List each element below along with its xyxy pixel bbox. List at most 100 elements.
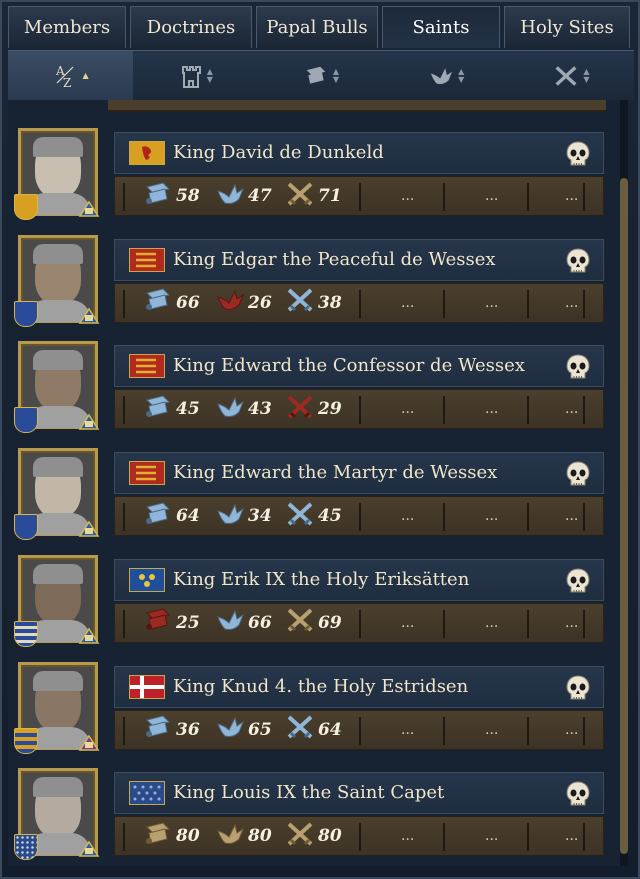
realm-flag-icon[interactable] [129,674,165,699]
saint-row[interactable]: King Edward the Martyr de Wessex 64 34 45..… [8,448,614,542]
tab-bar: Members Doctrines Papal Bulls Saints Holy Si… [8,6,634,50]
realm-flag-icon[interactable] [129,567,165,592]
saint-row[interactable]: King Edward the Confessor de Wessex 45 43 2… [8,341,614,435]
realm-flag-icon[interactable] [129,781,165,806]
deceased-skull-icon [565,781,591,809]
stat-value: 66 [176,292,200,313]
scroll-icon [143,501,173,532]
deceased-skull-icon [565,141,591,169]
saint-name-bar: King Knud 4. the Holy Estridsen [114,665,604,708]
stat-dove[interactable]: 47 [215,177,272,215]
tab-holy-sites[interactable]: Holy Sites [504,6,630,48]
saint-name[interactable]: King Erik IX the Holy Eriksätten [173,569,469,590]
saint-row[interactable]: King David de Dunkeld 58 47 71......... [8,128,614,222]
stats-divider [583,823,585,852]
realm-flag-icon[interactable] [129,141,165,165]
empty-slot: ... [485,828,499,845]
empty-slot: ... [565,721,579,738]
stat-dove[interactable]: 65 [215,711,272,749]
stat-dove[interactable]: 66 [215,604,272,642]
scroll-icon [143,181,173,212]
stat-dove[interactable]: 80 [215,817,272,855]
saints-list[interactable]: King David de Dunkeld 58 47 71......... King… [8,100,620,866]
tab-doctrines[interactable]: Doctrines [130,6,252,48]
stat-crossed-swords[interactable]: 29 [285,390,342,428]
partial-row-bar [108,100,606,112]
portrait-crown [33,777,83,798]
stat-crossed-swords[interactable]: 45 [285,497,342,535]
stats-divider [527,716,529,745]
scroll-icon [143,714,173,745]
saint-name[interactable]: King Edgar the Peaceful de Wessex [173,249,496,270]
stat-crossed-swords[interactable]: 38 [285,284,342,322]
stats-divider [443,609,445,638]
empty-slot: ... [485,294,499,311]
tab-saints[interactable]: Saints [382,6,500,48]
saint-row[interactable]: King Knud 4. the Holy Estridsen 36 65 64...… [8,661,614,756]
portrait-crown [33,563,83,584]
empty-slot: ... [401,294,415,311]
stats-divider [443,289,445,318]
tab-members[interactable]: Members [8,6,126,48]
rank-icon [78,520,100,538]
stat-scroll[interactable]: 58 [143,177,200,215]
deceased-skull-icon [565,354,591,382]
saint-name[interactable]: King Knud 4. the Holy Estridsen [173,676,468,697]
saint-name[interactable]: King Edward the Confessor de Wessex [173,355,525,376]
coat-of-arms-icon[interactable] [14,194,38,220]
deceased-skull-icon [565,674,591,703]
stat-scroll[interactable]: 25 [143,604,200,642]
stats-divider [123,609,125,638]
empty-slot: ... [565,188,579,204]
rank-icon [78,200,100,218]
saint-name[interactable]: King Edward the Martyr de Wessex [173,462,497,483]
stats-divider [527,289,529,318]
coat-of-arms-icon[interactable] [14,514,38,541]
stat-value: 64 [176,506,200,527]
portrait-crown [33,137,83,157]
sort-button-tower[interactable]: ▲ ▼ [133,51,258,101]
stat-scroll[interactable]: 64 [143,497,200,535]
saint-name[interactable]: King Louis IX the Saint Capet [173,782,444,803]
sort-button-dove[interactable]: ▲ ▼ [384,51,509,101]
stat-crossed-swords[interactable]: 64 [285,711,342,749]
stat-scroll[interactable]: 36 [143,711,200,749]
saint-stats-bar: 80 80 80......... [114,816,604,857]
empty-slot: ... [565,828,579,845]
sort-button-crossed-swords[interactable]: ▲ ▼ [509,51,634,101]
portrait-crown [33,457,83,478]
stat-crossed-swords[interactable]: 71 [285,177,342,215]
saint-row[interactable]: King Edgar the Peaceful de Wessex 66 26 38.… [8,234,614,329]
empty-slot: ... [485,721,499,738]
saint-row[interactable]: King Erik IX the Holy Eriksätten 25 66 69..… [8,554,614,649]
stat-value: 64 [318,719,342,740]
tab-papal-bulls[interactable]: Papal Bulls [256,6,378,48]
portrait-crown [33,350,83,371]
sort-button-scroll[interactable]: ▲ ▼ [258,51,383,101]
realm-flag-icon[interactable] [129,247,165,272]
coat-of-arms-icon[interactable] [14,407,38,434]
sort-button-alphabetical-sort[interactable]: A Z ▲ [8,51,134,101]
stat-dove[interactable]: 43 [215,390,272,428]
coat-of-arms-icon[interactable] [14,727,38,754]
stat-scroll[interactable]: 45 [143,390,200,428]
coat-of-arms-icon[interactable] [14,620,38,647]
coat-of-arms-icon[interactable] [14,300,38,327]
realm-flag-icon[interactable] [129,461,165,486]
stat-value: 34 [248,506,272,527]
coat-of-arms-icon[interactable] [14,834,38,861]
stats-divider [527,823,529,852]
saint-row[interactable]: King Louis IX the Saint Capet 80 80 80.....… [8,768,614,862]
scrollbar-thumb[interactable] [620,178,628,854]
stat-crossed-swords[interactable]: 69 [285,604,342,642]
stat-dove[interactable]: 34 [215,497,272,535]
stat-scroll[interactable]: 80 [143,817,200,855]
saint-name[interactable]: King David de Dunkeld [173,142,384,163]
stat-dove[interactable]: 26 [215,284,272,322]
stat-value: 38 [318,292,342,313]
sort-direction-icon: ▲ ▼ [583,67,590,84]
stat-value: 80 [318,826,342,847]
stat-scroll[interactable]: 66 [143,284,200,322]
stat-crossed-swords[interactable]: 80 [285,817,342,855]
realm-flag-icon[interactable] [129,354,165,379]
